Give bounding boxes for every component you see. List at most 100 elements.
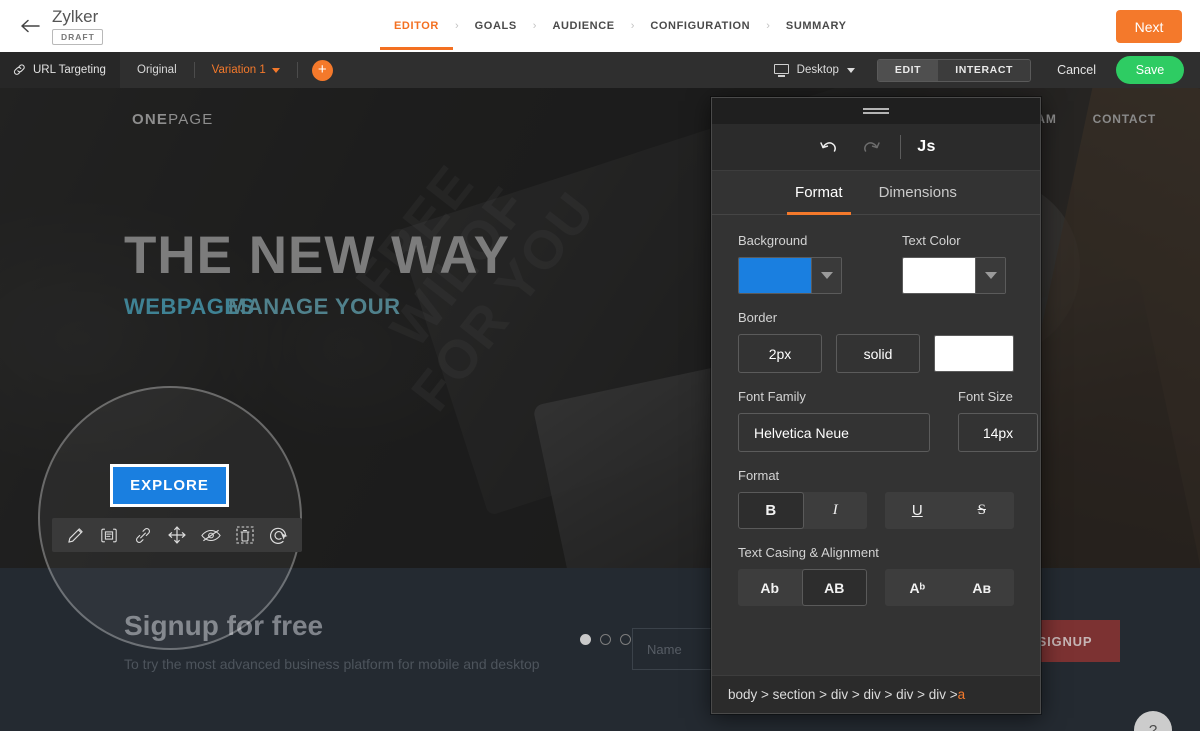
link-icon xyxy=(12,63,26,77)
mode-button-edit[interactable]: EDIT xyxy=(877,59,939,81)
format-label: Format xyxy=(738,468,780,483)
cancel-button[interactable]: Cancel xyxy=(1057,63,1096,77)
font-family-field: Font Family Helvetica Neue xyxy=(738,389,930,452)
link-icon[interactable] xyxy=(126,518,160,552)
italic-button[interactable]: I xyxy=(804,492,868,529)
panel-tabs: Format Dimensions xyxy=(712,171,1040,215)
border-color-picker[interactable] xyxy=(934,335,1014,372)
text-color-label: Text Color xyxy=(902,233,961,248)
chevron-down-icon[interactable] xyxy=(975,258,1005,293)
monitor-icon xyxy=(773,63,789,77)
save-button[interactable]: Save xyxy=(1116,56,1184,84)
edit-pencil-icon[interactable] xyxy=(58,518,92,552)
border-label: Border xyxy=(738,310,778,325)
title-block: Zylker DRAFT xyxy=(52,6,103,45)
border-color-swatch[interactable] xyxy=(935,336,1013,371)
panel-action-bar: Js xyxy=(712,124,1040,171)
hero-subtitle-row: WEBPAGES MANAGE YOUR xyxy=(124,294,510,324)
carousel-dot[interactable] xyxy=(600,634,611,645)
background-field: Background xyxy=(738,233,842,294)
delete-icon[interactable] xyxy=(228,518,262,552)
capitalize-button[interactable]: Ab xyxy=(738,569,802,606)
url-targeting-button[interactable]: URL Targeting xyxy=(0,52,120,88)
mode-toggle: EDIT INTERACT xyxy=(876,58,1032,82)
variant-tab-variation-1[interactable]: Variation 1 xyxy=(195,52,297,88)
tab-dimensions[interactable]: Dimensions xyxy=(879,171,957,215)
hero-text: THE NEW WAY WEBPAGES MANAGE YOUR xyxy=(124,228,510,324)
dom-breadcrumb: body > section > div > div > div > div >… xyxy=(712,675,1040,713)
border-field: Border 2px solid xyxy=(738,310,1014,373)
underline-button[interactable]: U xyxy=(885,492,950,529)
background-label: Background xyxy=(738,233,808,248)
casing-field: Text Casing & Alignment Ab AB Aᵇ Aʙ xyxy=(738,545,1014,606)
background-color-picker[interactable] xyxy=(738,257,842,294)
panel-drag-handle[interactable] xyxy=(712,98,1040,124)
site-logo-light: PAGE xyxy=(168,110,214,128)
redo-icon[interactable] xyxy=(858,134,884,160)
text-color-picker[interactable] xyxy=(902,257,1006,294)
text-color-swatch[interactable] xyxy=(903,258,975,293)
next-button[interactable]: Next xyxy=(1116,10,1182,43)
move-icon[interactable] xyxy=(160,518,194,552)
strikethrough-button[interactable]: S xyxy=(950,492,1015,529)
chevron-down-icon[interactable] xyxy=(811,258,841,293)
step-editor[interactable]: EDITOR xyxy=(380,2,453,50)
carousel-dot[interactable] xyxy=(620,634,631,645)
status-badge: DRAFT xyxy=(52,28,103,45)
bold-button[interactable]: B xyxy=(738,492,804,529)
border-width-input[interactable]: 2px xyxy=(738,334,822,373)
divider xyxy=(900,135,902,159)
variation-tabs: Original Variation 1 + xyxy=(120,52,333,88)
click-target-icon[interactable] xyxy=(262,518,296,552)
format-field: Format B I U S xyxy=(738,468,1014,529)
chevron-down-icon[interactable] xyxy=(271,67,280,73)
font-size-input[interactable]: 14px xyxy=(958,413,1038,452)
step-separator: › xyxy=(532,20,537,32)
hide-eye-icon[interactable] xyxy=(194,518,228,552)
add-variation-button[interactable]: + xyxy=(311,59,333,81)
explore-cta-button[interactable]: EXPLORE xyxy=(110,464,229,507)
divider xyxy=(296,62,298,78)
signup-subtitle: To try the most advanced business platfo… xyxy=(124,656,540,672)
subscript-button[interactable]: Aʙ xyxy=(950,569,1015,606)
step-separator: › xyxy=(630,20,635,32)
mode-button-interact[interactable]: INTERACT xyxy=(938,59,1031,81)
step-goals[interactable]: GOALS xyxy=(473,2,519,50)
panel-body: Background Text Color Border 2px solid F… xyxy=(712,215,1040,675)
page-title: Zylker xyxy=(52,6,99,26)
step-audience[interactable]: AUDIENCE xyxy=(550,2,616,50)
device-selector[interactable]: Desktop xyxy=(773,63,855,77)
chevron-down-icon xyxy=(846,67,855,73)
editor-toolbar: URL Targeting Original Variation 1 + Des… xyxy=(0,52,1200,88)
format-group-decoration: U S xyxy=(885,492,1014,529)
font-size-field: Font Size 14px xyxy=(958,389,1038,452)
edit-text-icon[interactable] xyxy=(92,518,126,552)
hero-headline: THE NEW WAY xyxy=(124,226,510,285)
step-separator: › xyxy=(454,20,459,32)
device-label: Desktop xyxy=(796,64,839,76)
url-targeting-label: URL Targeting xyxy=(33,64,106,76)
carousel-dots xyxy=(580,634,631,645)
variant-label: Variation 1 xyxy=(211,64,266,76)
nav-link-contact[interactable]: CONTACT xyxy=(1093,112,1156,126)
step-summary[interactable]: SUMMARY xyxy=(784,2,849,50)
variant-tab-original[interactable]: Original xyxy=(120,52,194,88)
carousel-dot[interactable] xyxy=(580,634,591,645)
undo-icon[interactable] xyxy=(816,134,842,160)
font-family-input[interactable]: Helvetica Neue xyxy=(738,413,930,452)
border-style-input[interactable]: solid xyxy=(836,334,920,373)
casing-label: Text Casing & Alignment xyxy=(738,545,879,560)
background-color-swatch[interactable] xyxy=(739,258,811,293)
tab-format[interactable]: Format xyxy=(787,171,851,215)
back-arrow-icon[interactable] xyxy=(18,14,42,38)
site-logo[interactable]: ONEPAGE xyxy=(132,111,213,128)
text-color-field: Text Color xyxy=(902,233,1006,294)
format-group-weight: B I xyxy=(738,492,867,529)
uppercase-button[interactable]: AB xyxy=(801,569,867,606)
step-configuration[interactable]: CONFIGURATION xyxy=(648,2,752,50)
superscript-button[interactable]: Aᵇ xyxy=(885,569,950,606)
font-size-label: Font Size xyxy=(958,389,1013,404)
color-row: Background Text Color xyxy=(738,233,1014,294)
breadcrumb-steps: EDITOR › GOALS › AUDIENCE › CONFIGURATIO… xyxy=(380,0,849,52)
dom-breadcrumb-path: body > section > div > div > div > div > xyxy=(728,687,958,702)
